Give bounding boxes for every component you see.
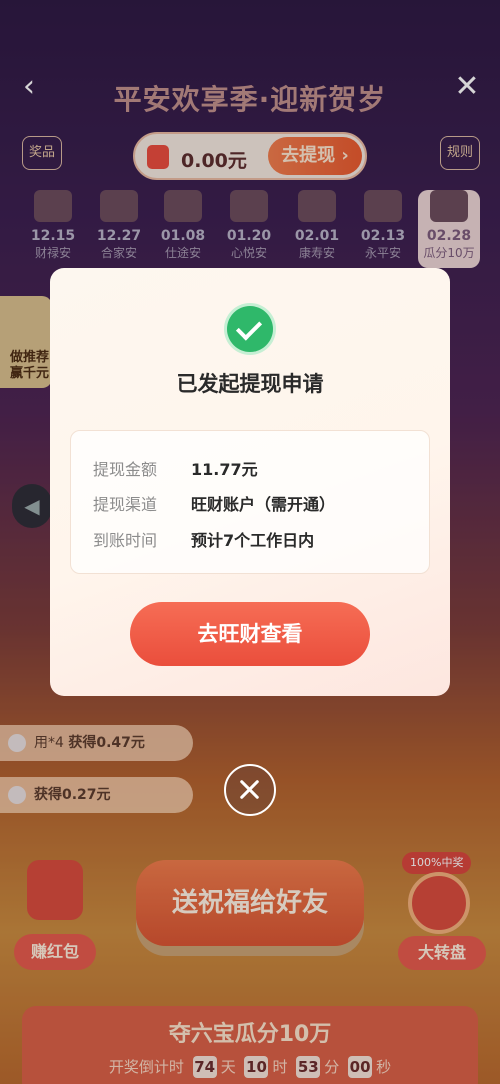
info-row-arrival-time: 到账时间 预计7个工作日内 — [93, 531, 315, 550]
info-row-channel: 提现渠道 旺财账户（需开通） — [93, 495, 336, 514]
success-check-icon — [227, 306, 273, 352]
withdraw-success-dialog: 已发起提现申请 提现金额 11.77元 提现渠道 旺财账户（需开通） 到账时间 预计7… — [50, 268, 450, 696]
info-row-amount: 提现金额 11.77元 — [93, 460, 258, 479]
withdraw-info-panel: 提现金额 11.77元 提现渠道 旺财账户（需开通） 到账时间 预计7个工作日内 — [70, 430, 430, 574]
close-dialog-icon[interactable] — [224, 764, 276, 816]
dialog-title: 已发起提现申请 — [176, 372, 324, 396]
go-to-wangcai-button[interactable]: 去旺财查看 — [130, 602, 370, 666]
